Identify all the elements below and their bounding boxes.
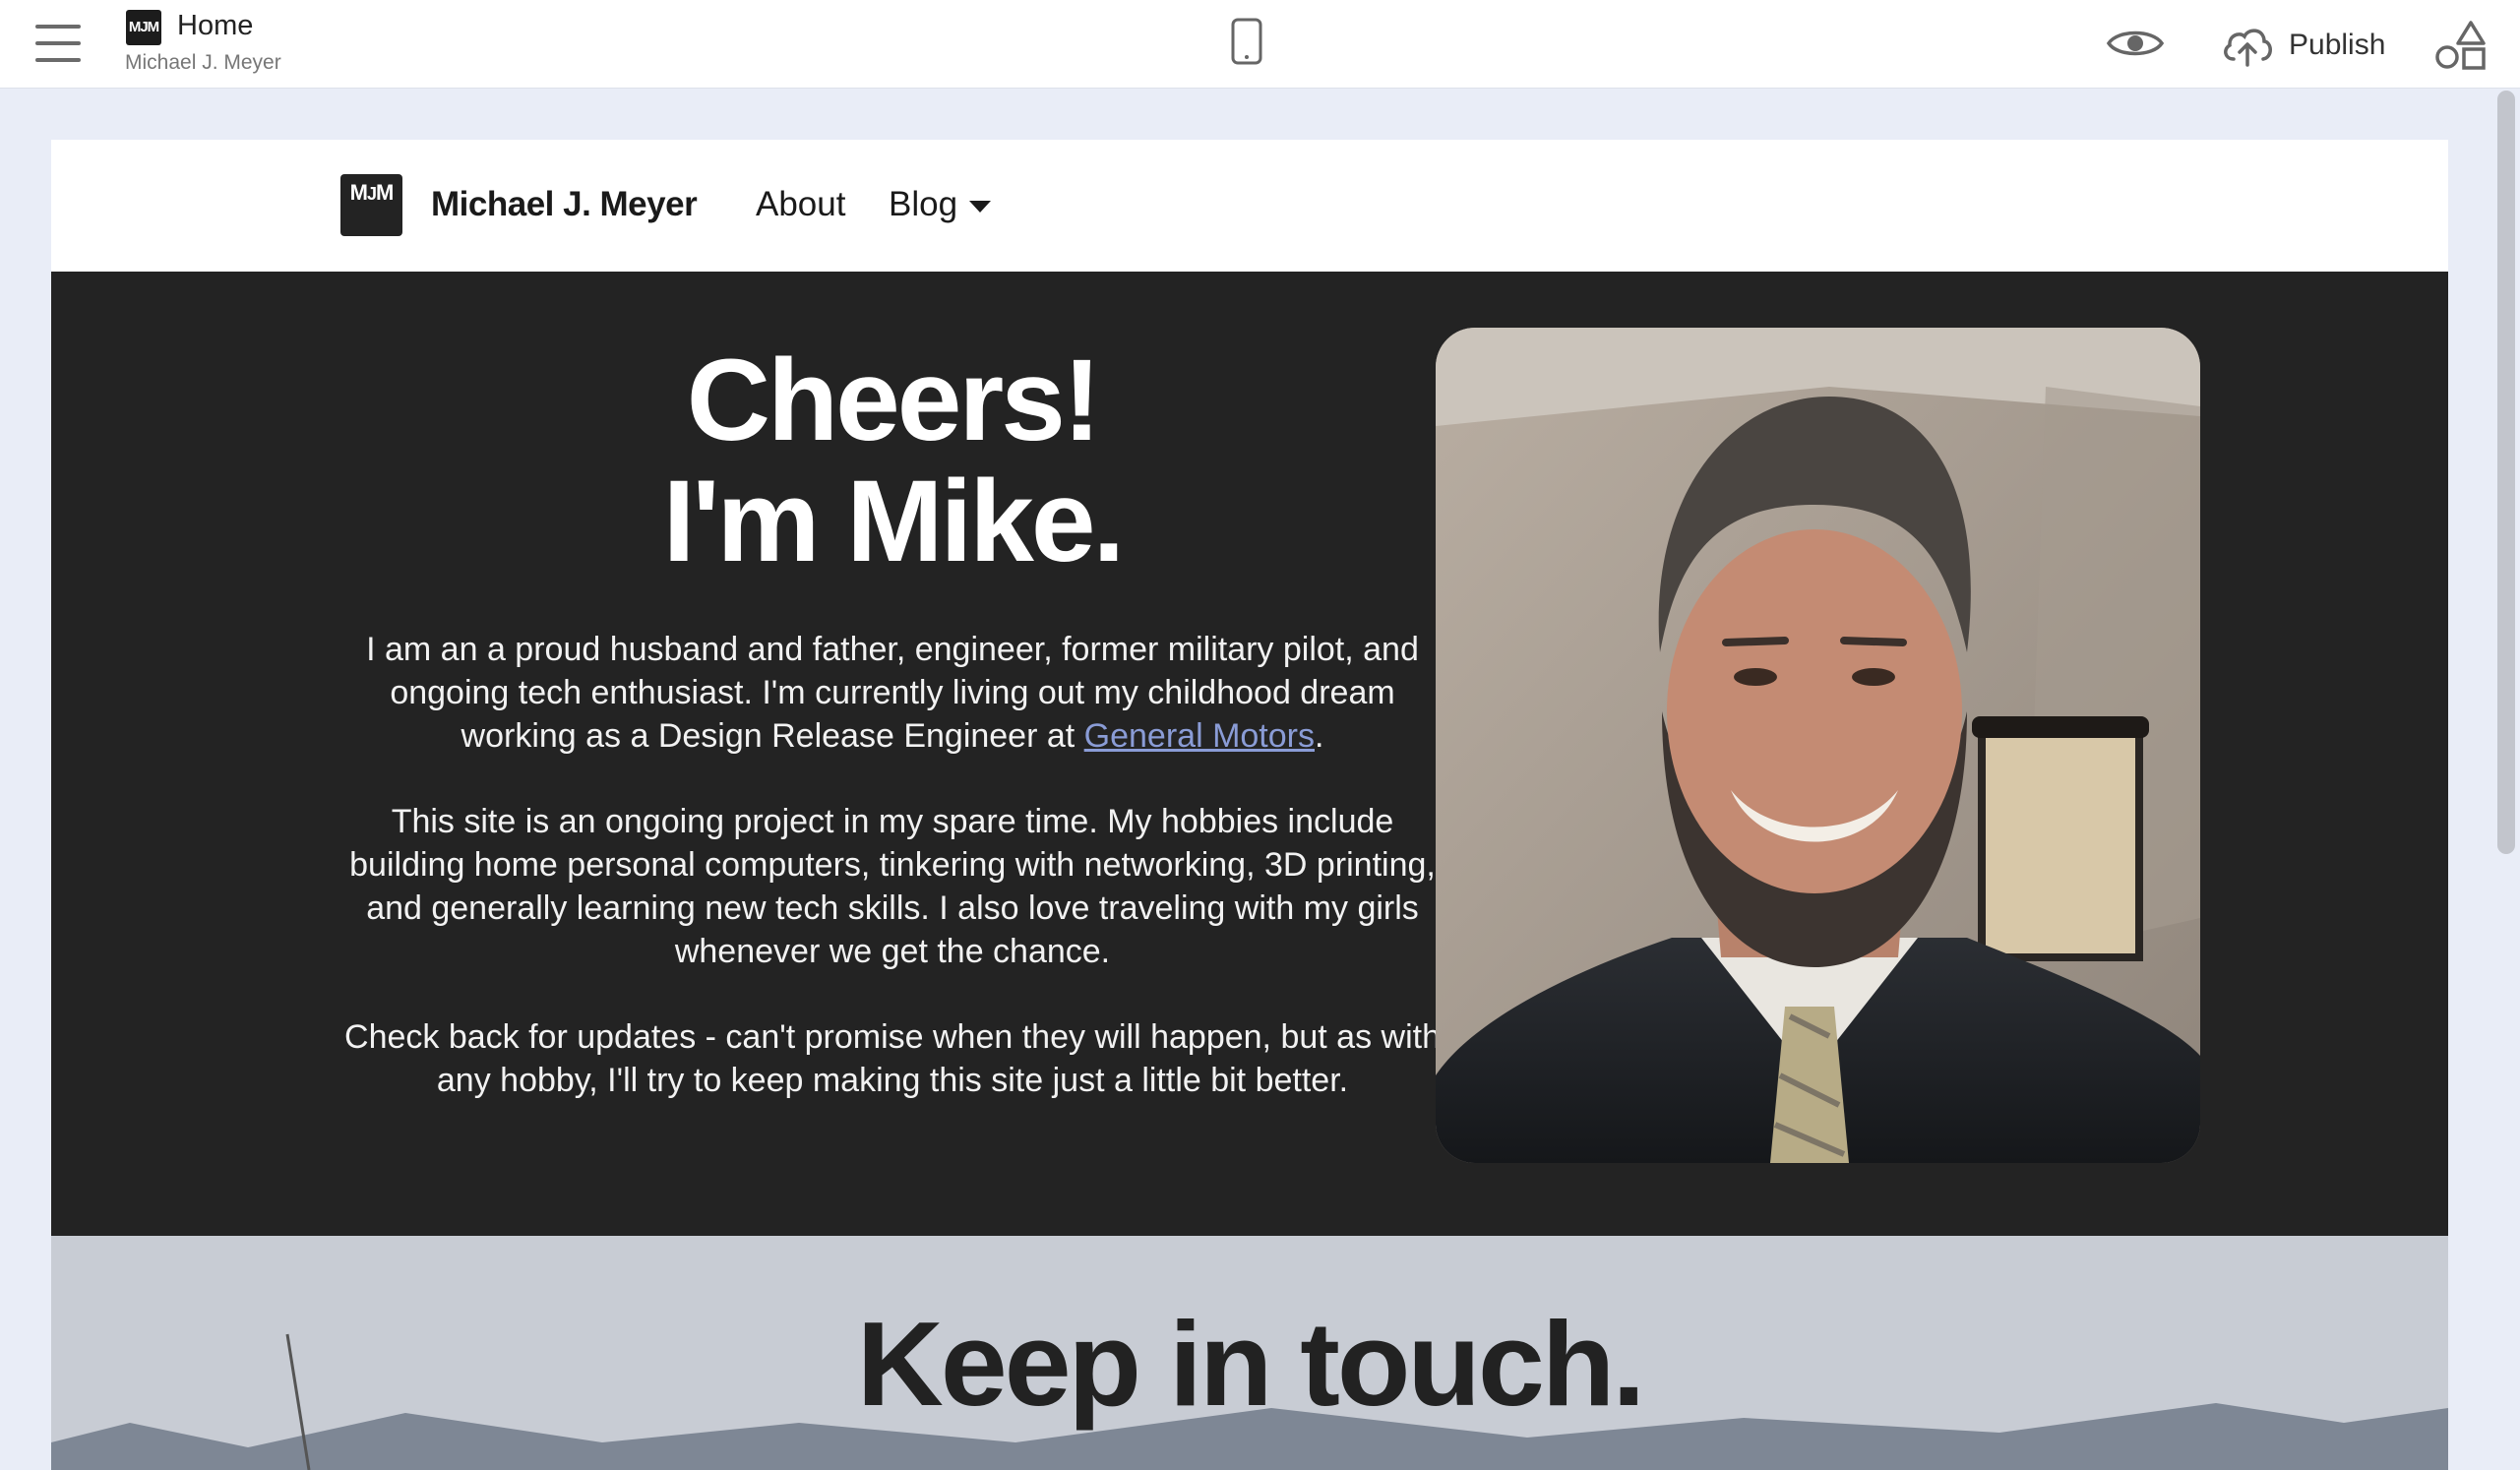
shapes-icon[interactable] [2434,20,2488,71]
general-motors-link[interactable]: General Motors [1084,717,1315,755]
eye-icon[interactable] [2106,22,2165,65]
chevron-down-icon [969,201,992,213]
page-canvas: MJM Michael J. Meyer About Blog Cheers! … [51,140,2448,1470]
nav-blog-label: Blog [889,185,958,223]
site-navbar: MJM Michael J. Meyer About Blog [51,140,2448,272]
publish-button[interactable]: Publish [2220,18,2385,73]
hero-p1-end: . [1315,717,1324,755]
contact-heading: Keep in touch. [856,1297,1645,1431]
hero-section: Cheers! I'm Mike. I am an a proud husban… [51,272,2448,1236]
hero-heading-line2: I'm Mike. [662,457,1126,586]
scrollbar-thumb[interactable] [2497,91,2515,854]
contact-section: Keep in touch. [51,1236,2448,1470]
publish-label: Publish [2289,29,2386,61]
hero-paragraph-3: Check back for updates - can't promise w… [344,1018,1441,1099]
phone-icon[interactable] [1230,18,1263,65]
hero-body: I am an a proud husband and father, engi… [337,628,1448,1144]
hero-paragraph-2: This site is an ongoing project in my sp… [349,803,1436,970]
page-title[interactable]: Home [177,10,253,42]
brand-name[interactable]: Michael J. Meyer [431,185,698,224]
hero-heading-line1: Cheers! [686,336,1101,465]
hero-paragraph-1: I am an a proud husband and father, engi… [337,628,1448,758]
cloud-upload-icon [2224,29,2272,67]
nav-item-about[interactable]: About [756,185,845,224]
hamburger-icon[interactable] [35,22,83,67]
site-subtitle: Michael J. Meyer [125,51,281,74]
hero-heading: Cheers! I'm Mike. [337,340,1448,582]
brand-logo[interactable]: MJM [340,174,402,236]
nav-item-blog[interactable]: Blog [889,185,992,224]
profile-photo [1436,328,2200,1163]
scrollbar[interactable] [2497,91,2515,1470]
editor-toolbar: MJM Home Michael J. Meyer Publish [0,0,2520,89]
site-logo-icon: MJM [126,10,161,45]
